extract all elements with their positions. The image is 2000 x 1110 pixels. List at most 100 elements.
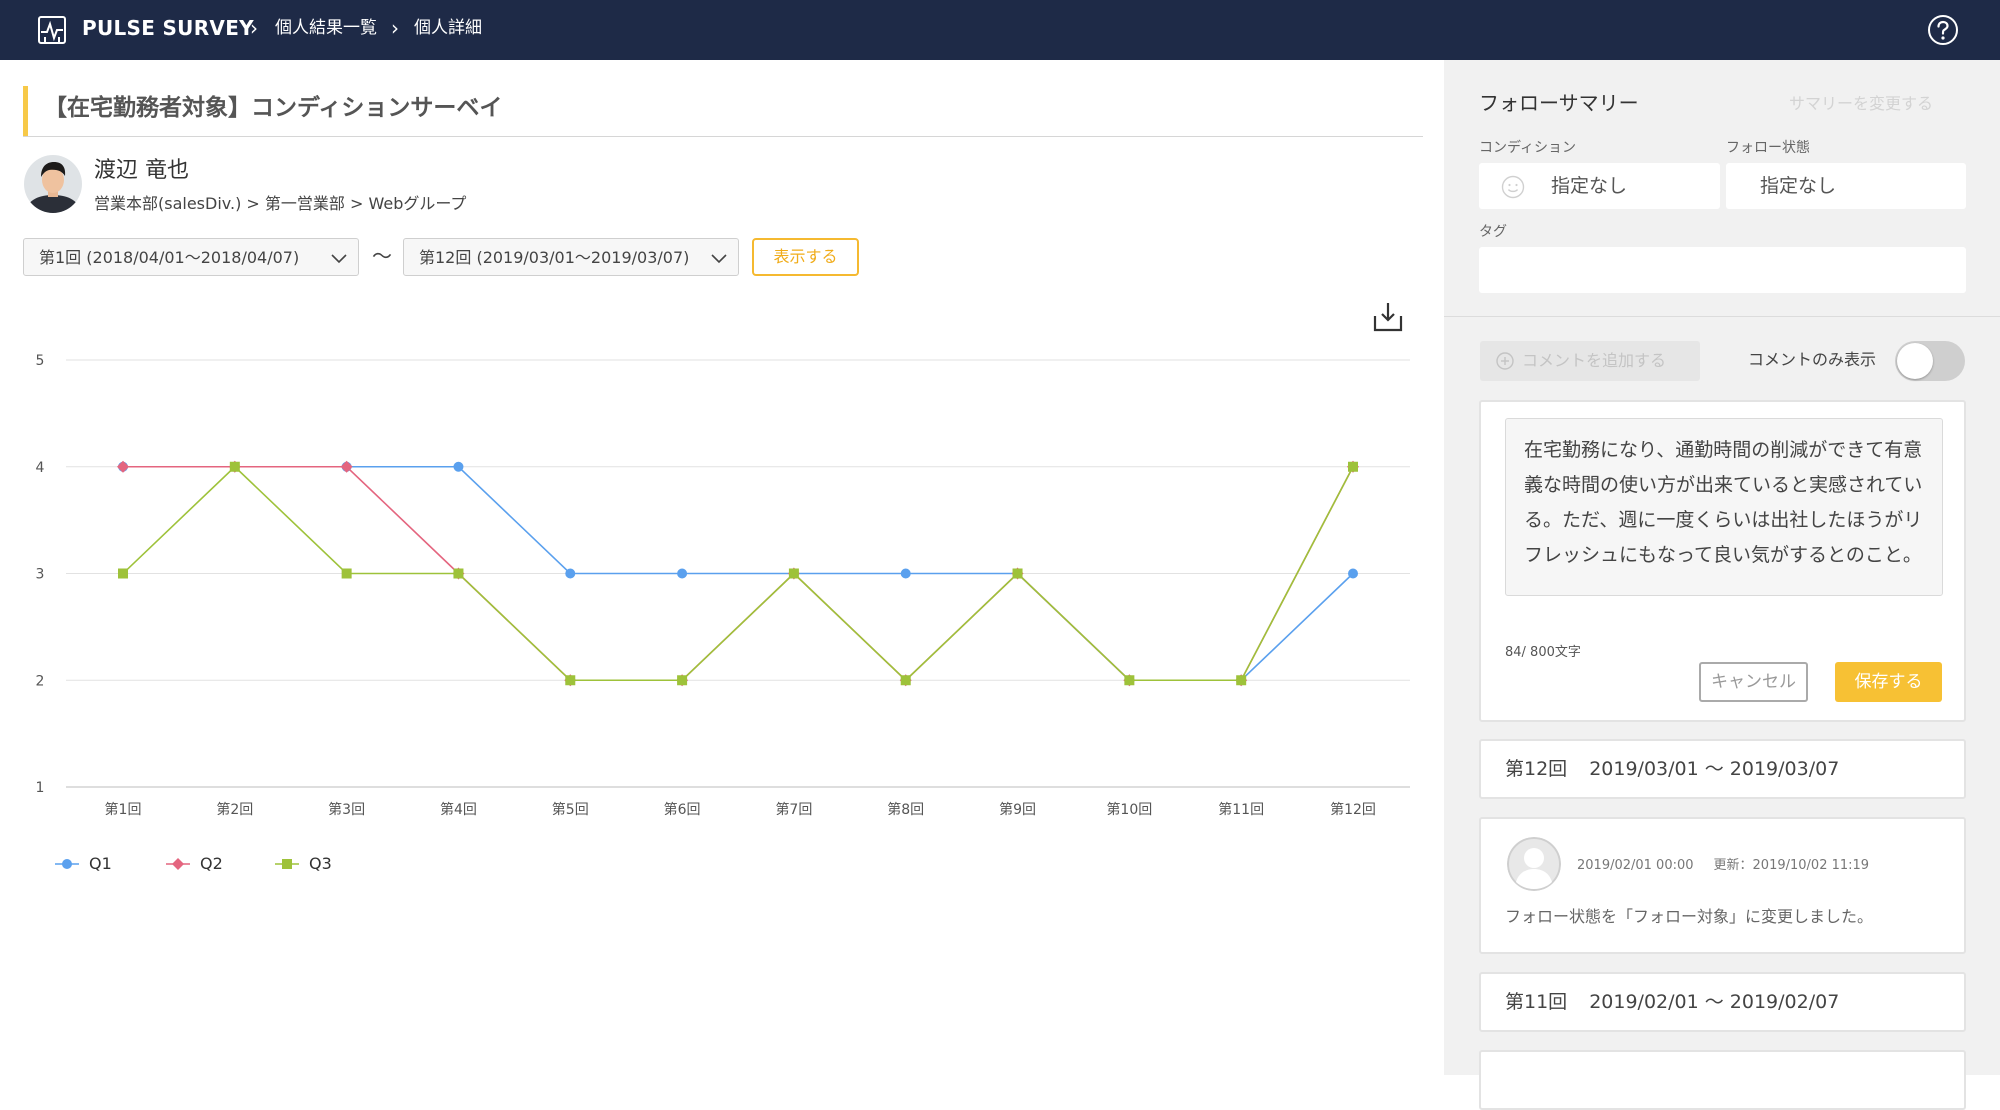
end-round-value: 第12回 (2019/03/01～2019/03/07)	[419, 248, 690, 267]
y-tick-label: 5	[36, 353, 45, 369]
data-point	[565, 675, 576, 686]
follow-status-field[interactable]: 指定なし	[1726, 163, 1966, 209]
x-tick-label: 第11回	[1218, 801, 1264, 818]
x-tick-label: 第4回	[440, 801, 477, 818]
log-updated: 更新：2019/10/02 11:19	[1713, 858, 1870, 873]
log-text: フォロー状態を「フォロー対象」に変更しました。	[1505, 907, 1874, 926]
plus-circle-icon	[1496, 352, 1514, 370]
round-range: 2019/02/01 ～ 2019/02/07	[1589, 991, 1840, 1013]
avatar	[24, 155, 82, 213]
condition-field[interactable]: 指定なし	[1479, 163, 1720, 209]
panel-divider	[1444, 316, 2000, 317]
data-point	[1124, 675, 1135, 686]
log-meta: 2019/02/01 00:00 更新：2019/10/02 11:19	[1577, 857, 1869, 875]
legend-marker	[62, 859, 72, 869]
x-tick-label: 第10回	[1106, 801, 1152, 818]
x-tick-label: 第1回	[105, 801, 142, 818]
user-name: 渡辺 竜也	[94, 158, 189, 183]
comment-only-label: コメントのみ表示	[1748, 350, 1877, 369]
data-point	[118, 568, 128, 579]
y-tick-label: 4	[36, 460, 45, 476]
data-point	[1236, 675, 1247, 686]
condition-line-chart: 1 2 3 4 5 第1回 第2回 第3回 第4回 第5回 第6回 第7回 第8回 第9回 第10回 第11…	[36, 353, 1410, 873]
round-number: 第11回	[1505, 991, 1568, 1013]
comment-textarea[interactable]: 在宅勤務になり、通勤時間の削減ができて有意義な時間の使い方が出来ていると実感され…	[1505, 418, 1943, 596]
data-point	[788, 568, 799, 579]
title-divider	[23, 136, 1423, 137]
follow-status-value: 指定なし	[1760, 175, 1837, 197]
round-number: 第12回	[1505, 758, 1568, 780]
x-tick-label: 第12回	[1330, 801, 1376, 818]
range-separator: ～	[372, 244, 392, 268]
round-range: 2019/03/01 ～ 2019/03/07	[1589, 758, 1840, 780]
summary-title: フォローサマリー	[1479, 91, 1639, 115]
data-point	[677, 568, 688, 579]
legend-label: Q2	[200, 854, 223, 873]
chevron-right-icon: ›	[250, 16, 258, 40]
show-button[interactable]: 表示する	[752, 238, 859, 276]
cancel-button[interactable]: キャンセル	[1699, 662, 1808, 702]
data-point	[229, 461, 240, 472]
data-point	[900, 675, 911, 686]
round-header: 第12回 2019/03/01 ～ 2019/03/07	[1505, 741, 1839, 797]
x-tick-label: 第7回	[775, 801, 812, 818]
round-card-12[interactable]: 第12回 2019/03/01 ～ 2019/03/07	[1479, 739, 1966, 799]
follow-log-card: 2019/02/01 00:00 更新：2019/10/02 11:19 フォロー…	[1479, 817, 1966, 954]
data-point	[341, 568, 352, 579]
start-round-value: 第1回 (2018/04/01～2018/04/07)	[39, 248, 300, 267]
data-point	[1348, 461, 1358, 472]
legend-label: Q3	[309, 854, 332, 873]
condition-label: コンディション	[1479, 140, 1577, 156]
x-tick-label: 第2回	[216, 801, 253, 818]
smiley-icon	[1501, 175, 1525, 199]
data-point	[1012, 568, 1023, 579]
chart-legend: Q1 Q2 Q3	[55, 854, 332, 873]
brand-name[interactable]: PULSE SURVEY	[82, 14, 254, 42]
legend-label: Q1	[89, 854, 112, 873]
save-button[interactable]: 保存する	[1835, 662, 1942, 702]
data-point	[117, 460, 129, 473]
end-round-select[interactable]: 第12回 (2019/03/01～2019/03/07)	[403, 238, 739, 276]
data-point	[453, 461, 464, 472]
data-point	[453, 568, 464, 579]
download-icon[interactable]	[1372, 300, 1404, 334]
data-point	[565, 568, 576, 579]
follow-status-label: フォロー状態	[1726, 140, 1810, 156]
breadcrumb-individual-detail: 個人詳細	[414, 18, 482, 38]
legend-marker	[282, 859, 292, 869]
legend-marker	[172, 858, 184, 870]
data-point	[1348, 568, 1358, 579]
change-summary-link[interactable]: サマリーを変更する	[1789, 92, 1933, 116]
y-tick-label: 3	[36, 567, 45, 583]
tag-field[interactable]	[1479, 247, 1966, 293]
x-tick-label: 第6回	[664, 801, 701, 818]
x-tick-label: 第8回	[887, 801, 924, 818]
toggle-knob	[1897, 343, 1933, 379]
start-round-select[interactable]: 第1回 (2018/04/01～2018/04/07)	[23, 238, 359, 276]
data-point	[677, 675, 688, 686]
chevron-right-icon: ›	[391, 16, 399, 40]
question-circle-icon[interactable]	[1927, 14, 1959, 46]
user-department: 営業本部(salesDiv.) > 第一営業部 > Webグループ	[94, 194, 467, 213]
y-tick-label: 2	[36, 673, 45, 689]
x-tick-label: 第5回	[552, 801, 589, 818]
y-axis-ticks: 1 2 3 4 5	[36, 353, 45, 796]
comment-only-toggle[interactable]	[1895, 341, 1965, 381]
tag-label: タグ	[1479, 224, 1507, 240]
y-tick-label: 1	[36, 780, 45, 796]
x-tick-label: 第9回	[999, 801, 1036, 818]
chevron-down-icon	[711, 254, 727, 264]
avatar	[1507, 837, 1561, 891]
legend-item-q2: Q2	[166, 854, 223, 873]
round-card-11[interactable]: 第11回 2019/02/01 ～ 2019/02/07	[1479, 972, 1966, 1032]
add-comment-button[interactable]: コメントを追加する	[1480, 341, 1700, 381]
breadcrumb-individual-results[interactable]: 個人結果一覧	[275, 15, 377, 41]
condition-value: 指定なし	[1551, 175, 1628, 197]
legend-item-q3: Q3	[275, 854, 332, 873]
x-axis-ticks: 第1回 第2回 第3回 第4回 第5回 第6回 第7回 第8回 第9回 第10回 第11回 第12回	[105, 801, 1376, 818]
pulse-chart-icon[interactable]	[36, 14, 68, 46]
chevron-down-icon	[331, 254, 347, 264]
data-point	[900, 568, 911, 579]
round-card-next[interactable]	[1479, 1050, 1966, 1110]
char-count: 84/ 800文字	[1505, 645, 1581, 660]
